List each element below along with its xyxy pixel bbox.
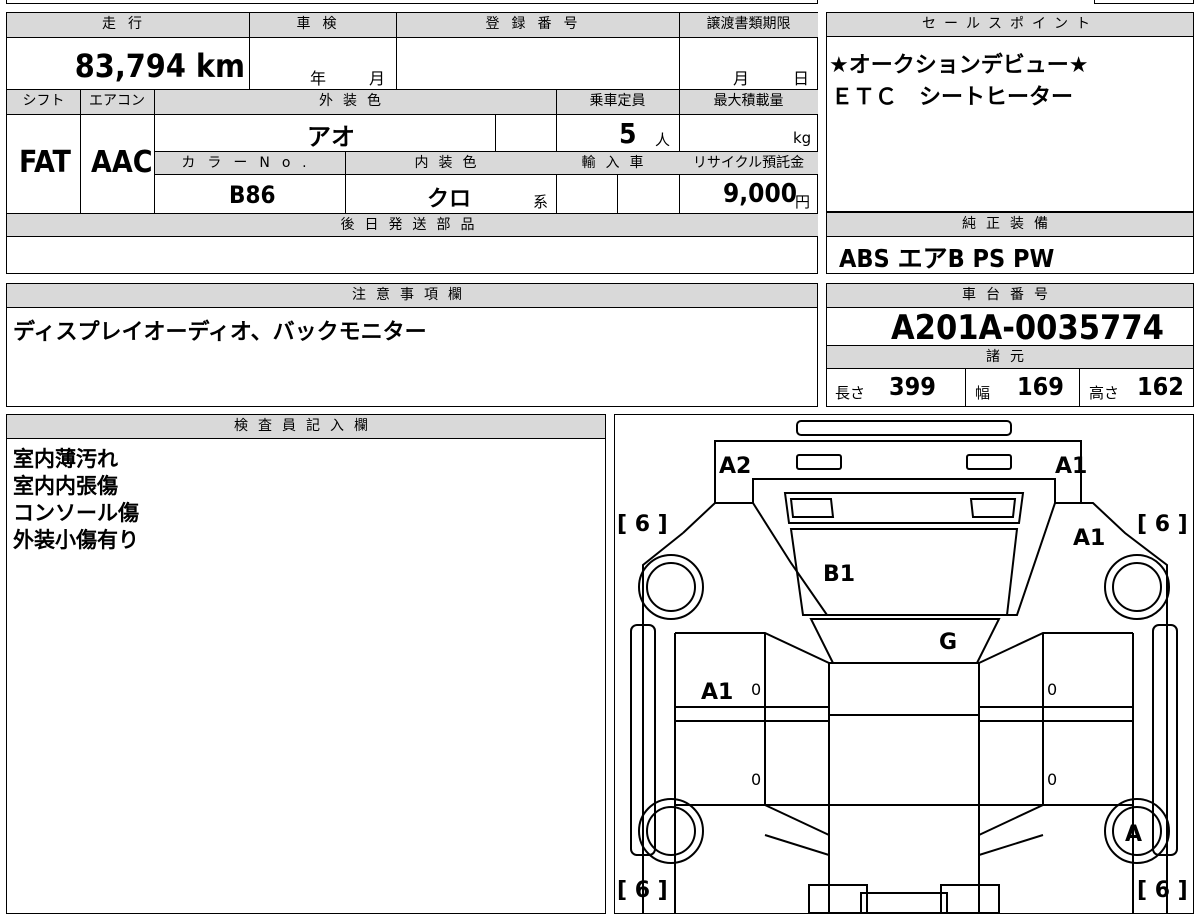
ac-value: AAC — [91, 145, 153, 180]
car-outline-diagram: A2 A1 A1 B1 G A1 A [ 6 ] [ 6 ] [ 6 ] [ 6… — [617, 420, 1188, 913]
recycle-fee-label: リサイクル預託金 — [679, 152, 818, 174]
tire-tread-rear-left: [ 6 ] — [617, 878, 668, 903]
door-mark-zero: 0 — [751, 770, 761, 789]
interior-color-value: クロ — [427, 187, 472, 212]
shaken-label: 車検 — [249, 13, 396, 37]
mark-front-left-corner: A2 — [719, 454, 751, 479]
inspector-line: コンソール傷 — [13, 501, 139, 525]
shaken-month: 月 — [369, 69, 386, 88]
mileage-label: 走行 — [7, 13, 249, 37]
color-no-label: カラーNo. — [155, 152, 345, 174]
exterior-color-label: 外装色 — [154, 90, 556, 114]
mark-right-fender: A1 — [1073, 526, 1105, 551]
chassis-number-label: 車台番号 — [827, 284, 1193, 308]
specs-label: 諸元 — [827, 345, 1193, 369]
door-mark-zero: 0 — [1047, 680, 1057, 699]
later-parts-label: 後日発送部品 — [7, 214, 818, 236]
mark-roof: G — [939, 630, 957, 655]
shaken-year: 年 — [310, 69, 327, 88]
recycle-fee-unit: 円 — [795, 193, 811, 211]
interior-color-label: 内装色 — [345, 152, 556, 174]
width-value: 169 — [1017, 372, 1064, 401]
width-label: 幅 — [975, 384, 991, 402]
sales-point-label: セールスポイント — [827, 13, 1193, 37]
sales-point-box: セールスポイント ★オークションデビュー★ ＥＴＣ シートヒーター — [826, 12, 1194, 212]
height-label: 高さ — [1089, 384, 1120, 402]
exterior-color-value: アオ — [307, 123, 355, 151]
length-value: 399 — [889, 372, 936, 401]
sales-point-line1: ★オークションデビュー★ — [829, 53, 1089, 78]
door-mark-zero: 0 — [751, 680, 761, 699]
sales-point-line2: ＥＴＣ シートヒーター — [831, 85, 1074, 110]
max-load-unit: kg — [793, 129, 812, 147]
mark-windshield: B1 — [823, 562, 855, 587]
transfer-month: 月 — [733, 69, 750, 88]
shift-value: FAT — [19, 145, 71, 180]
top-strip-right — [1094, 0, 1194, 4]
vehicle-info-grid: 走行 車検 登録番号 譲渡書類期限 83,794 km 年 月 月 日 シフト … — [6, 12, 818, 274]
registration-label: 登録番号 — [396, 13, 679, 37]
height-value: 162 — [1137, 372, 1184, 401]
chassis-number-value: A201A-0035774 — [891, 308, 1164, 348]
equipment-box: 純正装備 ABS エアB PS PW — [826, 212, 1194, 274]
shift-label: シフト — [7, 90, 80, 114]
top-strip — [6, 0, 818, 4]
inspector-line: 室内内張傷 — [13, 474, 118, 498]
equipment-value: ABS エアB PS PW — [839, 244, 1055, 273]
transfer-deadline-label: 譲渡書類期限 — [679, 13, 818, 37]
damage-diagram-box: A2 A1 A1 B1 G A1 A [ 6 ] [ 6 ] [ 6 ] [ 6… — [614, 414, 1194, 914]
import-label: 輸入車 — [556, 152, 679, 174]
interior-color-unit: 系 — [533, 193, 549, 211]
max-load-label: 最大積載量 — [679, 90, 818, 114]
tire-tread-front-left: [ 6 ] — [617, 512, 668, 537]
inspector-line: 室内薄汚れ — [13, 447, 118, 471]
door-mark-zero: 0 — [1047, 770, 1057, 789]
capacity-unit: 人 — [655, 131, 671, 149]
ac-label: エアコン — [80, 90, 154, 114]
mileage-value: 83,794 km — [74, 47, 245, 85]
inspector-label: 検査員記入欄 — [7, 415, 605, 439]
capacity-value: 5 — [619, 117, 637, 150]
chassis-box: 車台番号 A201A-0035774 諸元 長さ 399 幅 169 高さ 16… — [826, 283, 1194, 407]
equipment-label: 純正装備 — [827, 213, 1193, 237]
transfer-day: 日 — [793, 69, 810, 88]
recycle-fee-value: 9,000 — [723, 179, 797, 209]
color-no-value: B86 — [229, 181, 276, 209]
tire-tread-rear-right: [ 6 ] — [1137, 878, 1188, 903]
mark-rear-right-tire: A — [1125, 822, 1142, 847]
capacity-label: 乗車定員 — [556, 90, 679, 114]
inspector-line: 外装小傷有り — [13, 528, 139, 552]
mark-front-right-corner: A1 — [1055, 454, 1087, 479]
notes-text: ディスプレイオーディオ、バックモニター — [13, 320, 427, 345]
notes-box: 注意事項欄 ディスプレイオーディオ、バックモニター — [6, 283, 818, 407]
length-label: 長さ — [835, 384, 866, 402]
mark-left-door: A1 — [701, 680, 733, 705]
notes-label: 注意事項欄 — [7, 284, 817, 308]
tire-tread-front-right: [ 6 ] — [1137, 512, 1188, 537]
inspector-box: 検査員記入欄 室内薄汚れ 室内内張傷 コンソール傷 外装小傷有り — [6, 414, 606, 914]
